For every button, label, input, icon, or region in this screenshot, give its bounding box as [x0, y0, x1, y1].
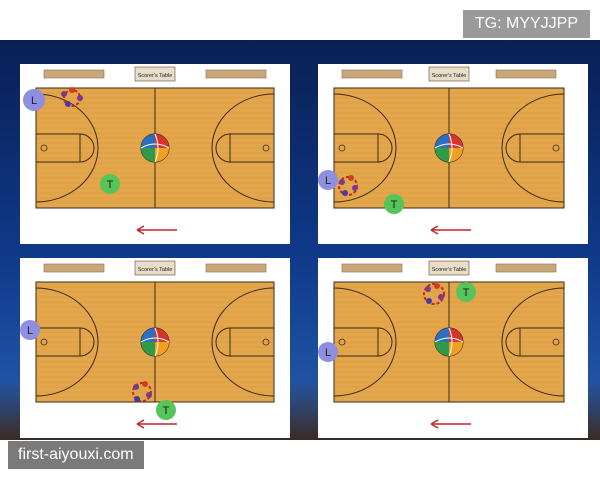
court-panel-bottom-right: Scorer's Table L T	[318, 258, 588, 438]
player-T-label: T	[463, 287, 470, 299]
basketball-icon	[140, 133, 170, 163]
banner-right	[205, 263, 267, 273]
site-watermark: first-aiyouxi.com	[8, 441, 144, 469]
basketball-icon	[434, 133, 464, 163]
player-T-label: T	[391, 199, 398, 211]
scorers-table-label: Scorer's Table	[138, 73, 173, 79]
court-panel-top-left: Scorer's Table L T	[20, 64, 290, 244]
banner-right	[495, 69, 557, 79]
banner-left	[43, 263, 105, 273]
banner-left	[43, 69, 105, 79]
player-L-label: L	[325, 347, 331, 359]
scorers-table-label: Scorer's Table	[432, 73, 467, 79]
player-L-label: L	[325, 175, 331, 187]
basketball-icon	[140, 327, 170, 357]
tg-badge: TG: MYYJJPP	[462, 10, 590, 38]
player-L: L	[23, 89, 45, 111]
court-panel-top-right: Scorer's Table L T	[318, 64, 588, 244]
scorers-table-label: Scorer's Table	[138, 267, 173, 273]
court-diagram: Scorer's Table L T	[20, 64, 290, 235]
player-T: T	[156, 400, 176, 420]
court-diagram: Scorer's Table L T	[318, 64, 580, 235]
player-T: T	[384, 194, 404, 214]
player-T-label: T	[107, 179, 114, 191]
court-panel-bottom-left: Scorer's Table L T	[20, 258, 290, 438]
player-L: L	[318, 342, 338, 362]
banner-left	[341, 69, 403, 79]
banner-right	[495, 263, 557, 273]
court-diagram: Scorer's Table L T	[318, 258, 580, 429]
banner-right	[205, 69, 267, 79]
player-L: L	[20, 320, 40, 340]
player-T: T	[100, 174, 120, 194]
banner-left	[341, 263, 403, 273]
player-L-label: L	[27, 325, 33, 337]
court-diagram: Scorer's Table L T	[20, 258, 290, 429]
scorers-table-label: Scorer's Table	[432, 267, 467, 273]
player-T-label: T	[163, 405, 170, 417]
player-L-label: L	[31, 95, 37, 107]
player-L: L	[318, 170, 338, 190]
basketball-icon	[434, 327, 464, 357]
player-T: T	[456, 282, 476, 302]
